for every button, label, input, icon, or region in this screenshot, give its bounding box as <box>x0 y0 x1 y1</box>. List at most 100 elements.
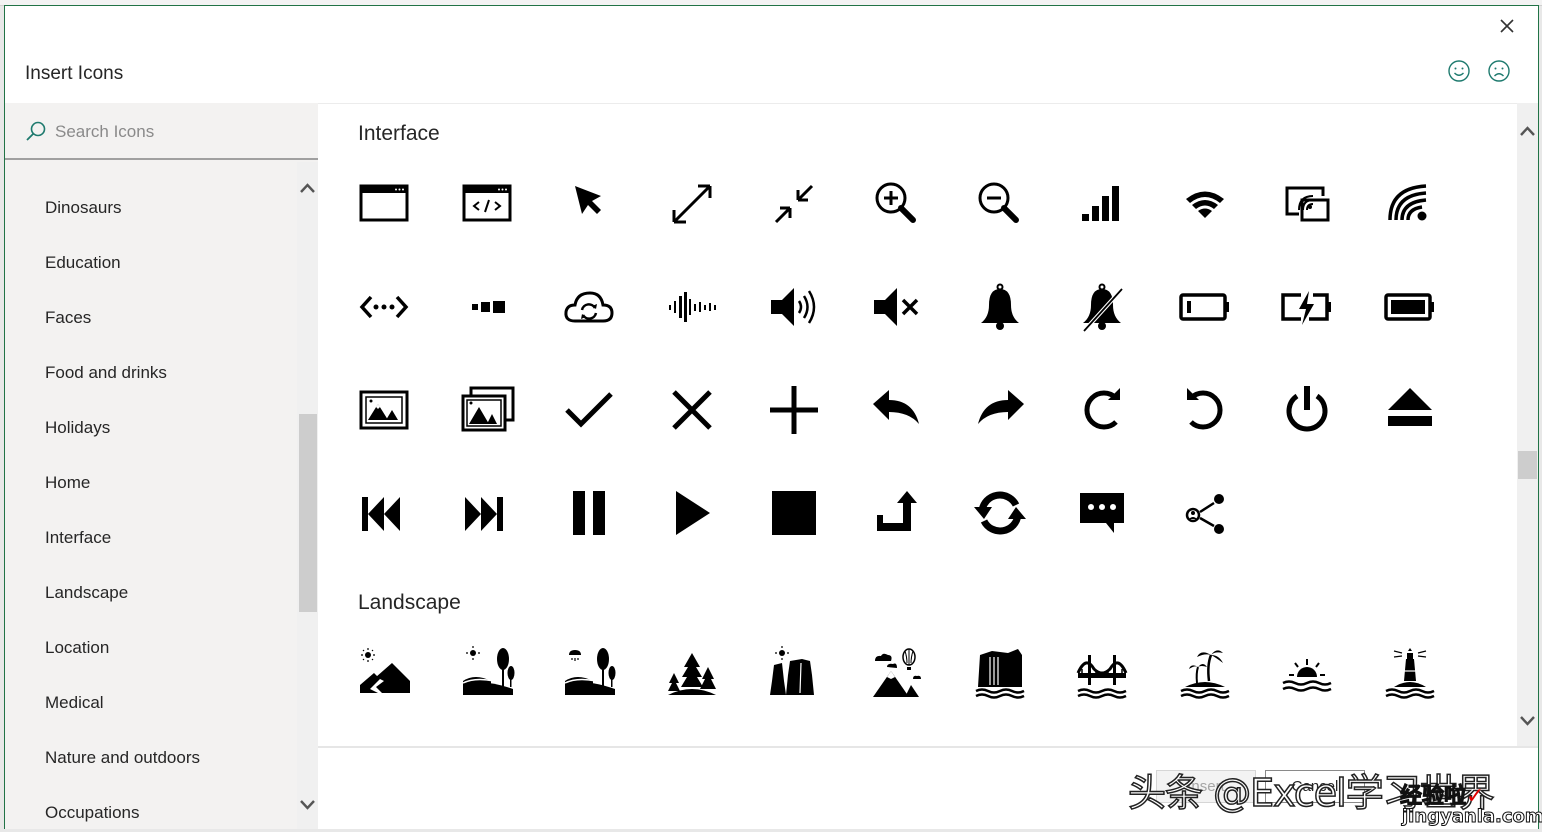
icon-tile-speaker-volume[interactable] <box>766 279 822 335</box>
frown-feedback-button[interactable] <box>1487 59 1511 83</box>
icon-tile-forward-arrow[interactable] <box>972 382 1028 438</box>
category-sidebar: Dinosaurs Education Faces Food and drinks Ho… <box>5 103 318 829</box>
icon-tile-play[interactable] <box>664 485 720 541</box>
speaker-volume-icon <box>771 288 816 326</box>
sidebar-item-faces[interactable]: Faces <box>45 308 91 338</box>
cast-screen-icon <box>1285 186 1330 222</box>
icon-tile-eject[interactable] <box>1382 382 1438 438</box>
scroll-up-icon[interactable] <box>1519 125 1536 137</box>
icon-tile-window[interactable] <box>356 176 412 232</box>
icon-tile-pictures[interactable] <box>459 382 515 438</box>
icon-tile-canyon-sun[interactable] <box>766 645 822 701</box>
scroll-down-icon[interactable] <box>299 799 316 811</box>
forward-arrow-icon <box>977 390 1024 424</box>
icon-tile-wireless-signal[interactable] <box>1382 176 1438 232</box>
cancel-button[interactable]: Cancel <box>1265 770 1365 803</box>
icon-tile-speaker-mute[interactable] <box>869 279 925 335</box>
icon-tile-cursor-arrow[interactable] <box>561 176 617 232</box>
sidebar-item-medical[interactable]: Medical <box>45 693 104 723</box>
icon-tile-expand-arrows[interactable] <box>664 176 720 232</box>
insert-button[interactable]: Insert <box>1156 770 1256 803</box>
icon-tile-network-connection[interactable] <box>356 279 412 335</box>
icon-tile-skip-back[interactable] <box>356 485 412 541</box>
icon-tile-forest[interactable] <box>664 645 720 701</box>
icon-tile-pause[interactable] <box>561 485 617 541</box>
icon-tile-refresh-counterclockwise[interactable] <box>1177 382 1233 438</box>
icon-tile-reply-arrow[interactable] <box>869 382 925 438</box>
icon-tile-mountain-balloon[interactable] <box>869 645 925 701</box>
icon-tile-audio-waveform[interactable] <box>664 279 720 335</box>
icon-tile-wifi[interactable] <box>1177 176 1233 232</box>
scroll-down-icon[interactable] <box>1519 715 1536 727</box>
icon-tile-zoom-out[interactable] <box>972 176 1028 232</box>
picture-icon <box>359 390 409 430</box>
icon-tile-close-x[interactable] <box>664 382 720 438</box>
play-icon <box>675 491 710 535</box>
icon-tile-sync[interactable] <box>972 485 1028 541</box>
icon-tile-picture[interactable] <box>356 382 412 438</box>
icon-tile-bell[interactable] <box>972 279 1028 335</box>
gallery-scrollbar[interactable] <box>1517 103 1538 746</box>
icon-tile-cloud-sync[interactable] <box>561 279 617 335</box>
wireless-signal-icon <box>1388 184 1427 221</box>
sidebar-item-occupations[interactable]: Occupations <box>45 803 140 829</box>
close-icon <box>1500 19 1514 33</box>
icon-tile-turn-up-arrow[interactable] <box>869 485 925 541</box>
icon-tile-stop[interactable] <box>766 485 822 541</box>
sidebar-scrollbar[interactable] <box>297 162 318 829</box>
bell-icon <box>980 283 1019 330</box>
insert-icons-dialog: Insert Icons Dinosaurs Education Faces Food… <box>4 5 1539 829</box>
sidebar-item-food-and-drinks[interactable]: Food and drinks <box>45 363 167 393</box>
smile-feedback-button[interactable] <box>1447 59 1471 83</box>
icon-tile-share-contact[interactable] <box>1177 485 1233 541</box>
sidebar-scroll-thumb[interactable] <box>299 414 317 612</box>
sidebar-item-location[interactable]: Location <box>45 638 109 668</box>
refresh-clockwise-icon <box>1084 388 1121 430</box>
icon-tile-island-palm[interactable] <box>1177 645 1233 701</box>
sidebar-item-landscape[interactable]: Landscape <box>45 583 128 613</box>
icon-tile-lighthouse[interactable] <box>1382 645 1438 701</box>
search-input[interactable] <box>55 117 295 147</box>
icon-tile-power[interactable] <box>1279 382 1335 438</box>
section-title-interface: Interface <box>358 122 440 145</box>
cursor-arrow-icon <box>575 186 602 214</box>
skip-forward-icon <box>464 497 503 531</box>
icon-tile-checkmark[interactable] <box>561 382 617 438</box>
gallery-scroll-thumb[interactable] <box>1518 451 1537 479</box>
icon-tile-sunset-water[interactable] <box>1279 645 1335 701</box>
icon-tile-refresh-clockwise[interactable] <box>1074 382 1130 438</box>
icon-tile-bell-off[interactable] <box>1074 279 1130 335</box>
icon-tile-hills-trees-sun[interactable] <box>459 645 515 701</box>
icon-tile-mountain-sun[interactable] <box>356 645 412 701</box>
icon-tile-code-window[interactable] <box>459 176 515 232</box>
scroll-up-icon[interactable] <box>299 182 316 194</box>
sidebar-item-nature-and-outdoors[interactable]: Nature and outdoors <box>45 748 200 778</box>
signal-bars-icon <box>1082 186 1120 221</box>
sidebar-item-dinosaurs[interactable]: Dinosaurs <box>45 198 122 228</box>
search-icon <box>26 121 46 141</box>
icon-tile-battery-low[interactable] <box>1177 279 1233 335</box>
sidebar-item-home[interactable]: Home <box>45 473 90 503</box>
sidebar-item-holidays[interactable]: Holidays <box>45 418 110 448</box>
icon-tile-hills-trees-rain[interactable] <box>561 645 617 701</box>
icon-tile-collapse-arrows[interactable] <box>766 176 822 232</box>
icon-tile-progress-dots[interactable] <box>459 279 515 335</box>
section-title-landscape: Landscape <box>358 591 461 614</box>
icon-tile-chat-bubble[interactable] <box>1074 485 1130 541</box>
icon-tile-bridge-water[interactable] <box>1074 645 1130 701</box>
sunset-water-icon <box>1282 659 1332 692</box>
pause-icon <box>573 491 606 535</box>
icon-tile-signal-bars[interactable] <box>1074 176 1130 232</box>
icon-tile-plus[interactable] <box>766 382 822 438</box>
sidebar-item-interface[interactable]: Interface <box>45 528 111 558</box>
close-button[interactable] <box>1496 15 1518 37</box>
icon-tile-skip-forward[interactable] <box>459 485 515 541</box>
sidebar-item-education[interactable]: Education <box>45 253 121 283</box>
icon-tile-zoom-in[interactable] <box>869 176 925 232</box>
icon-tile-battery-full[interactable] <box>1382 279 1438 335</box>
icon-tile-battery-charging[interactable] <box>1279 279 1335 335</box>
icon-tile-cast-screen[interactable] <box>1279 176 1335 232</box>
icon-tile-waterfall[interactable] <box>972 645 1028 701</box>
battery-charging-icon <box>1281 291 1332 325</box>
battery-full-icon <box>1384 293 1434 321</box>
